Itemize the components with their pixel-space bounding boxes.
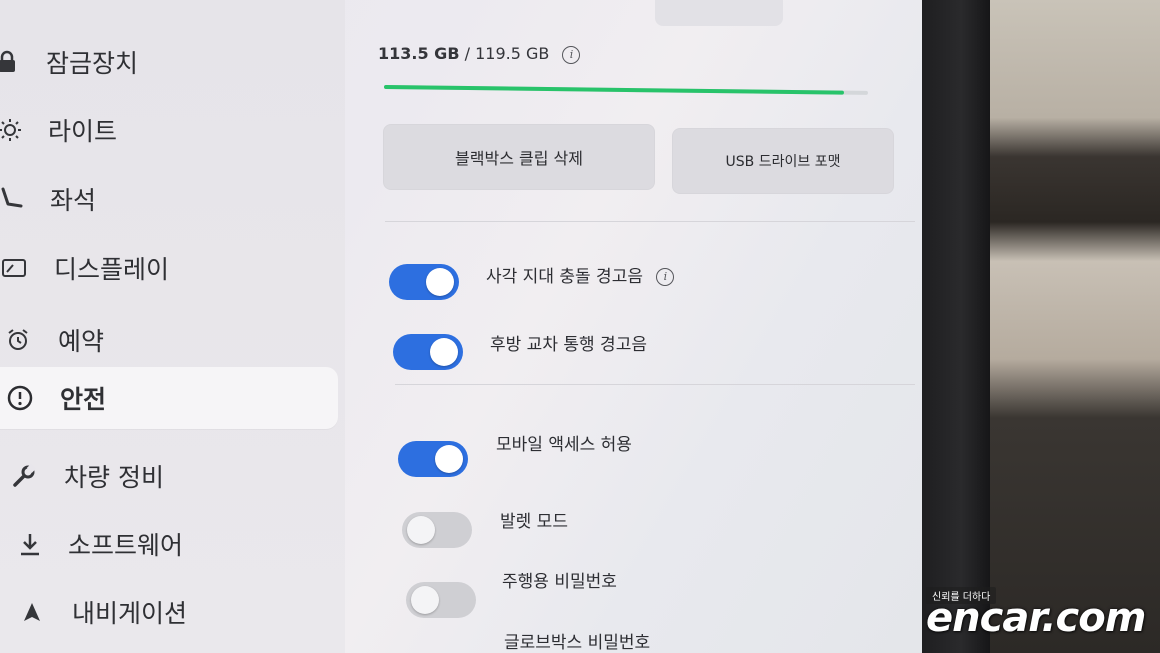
watermark-brand: encar.com xyxy=(926,595,1146,641)
screen-bezel xyxy=(918,0,990,653)
storage-progress-bar xyxy=(383,85,868,95)
valet-mode-toggle[interactable] xyxy=(402,512,472,548)
sidebar-item-label: 안전 xyxy=(60,385,107,414)
blind-spot-warning-label: 사각 지대 충돌 경고음 xyxy=(486,267,643,287)
divider xyxy=(385,221,915,222)
glovebox-pin-label: 글로브박스 비밀번호 xyxy=(504,633,651,653)
toggle-knob xyxy=(435,445,463,473)
alarm-clock-icon xyxy=(4,326,32,354)
blind-spot-warning-toggle[interactable] xyxy=(389,264,459,300)
toggle-knob xyxy=(411,586,439,614)
rear-cross-traffic-label: 후방 교차 통행 경고음 xyxy=(490,335,647,355)
info-icon[interactable]: i xyxy=(562,45,581,64)
pin-to-drive-toggle[interactable] xyxy=(406,582,476,618)
toggle-label: 사각 지대 충돌 경고음 i xyxy=(486,262,675,287)
sidebar-item-display[interactable]: 디스플레이 xyxy=(0,246,338,290)
sidebar-item-label: 디스플레이 xyxy=(54,255,170,284)
sidebar-item-safety[interactable]: 안전 xyxy=(0,367,338,429)
sun-icon xyxy=(0,116,24,144)
toggle-knob xyxy=(430,338,458,366)
seat-icon xyxy=(0,185,26,213)
top-partial-control xyxy=(655,0,783,26)
divider xyxy=(395,384,915,385)
storage-usage: 113.5 GB / 119.5 GB i xyxy=(378,44,581,64)
sidebar-item-schedule[interactable]: 예약 xyxy=(0,318,338,362)
watermark: 신뢰를 더하다 encar.com xyxy=(922,585,1160,653)
sidebar-item-label: 라이트 xyxy=(48,117,118,146)
storage-progress-fill xyxy=(383,85,844,95)
download-icon xyxy=(16,530,44,558)
sidebar-item-locks[interactable]: 잠금장치 xyxy=(0,40,338,84)
toggle-knob xyxy=(426,268,454,296)
alert-circle-icon xyxy=(6,384,34,412)
sidebar-item-navigation[interactable]: 내비게이션 xyxy=(0,590,338,634)
sidebar-item-service[interactable]: 차량 정비 xyxy=(0,454,338,498)
rear-cross-traffic-warning-toggle[interactable] xyxy=(393,334,463,370)
sidebar-item-label: 소프트웨어 xyxy=(68,531,184,560)
sidebar-item-label: 내비게이션 xyxy=(72,599,188,628)
pin-to-drive-label: 주행용 비밀번호 xyxy=(502,572,617,592)
car-interior-background xyxy=(960,0,1160,653)
storage-used: 113.5 GB xyxy=(378,44,460,63)
navigation-arrow-icon xyxy=(18,598,46,626)
mobile-access-label: 모바일 액세스 허용 xyxy=(496,435,632,455)
delete-dashcam-clips-button[interactable]: 블랙박스 클립 삭제 xyxy=(383,124,655,190)
sidebar-item-label: 잠금장치 xyxy=(46,49,139,78)
valet-mode-label: 발렛 모드 xyxy=(500,512,568,532)
lock-icon xyxy=(0,48,22,76)
display-icon xyxy=(0,254,28,282)
info-icon[interactable]: i xyxy=(656,268,675,286)
sidebar-item-seats[interactable]: 좌석 xyxy=(0,177,338,221)
settings-screen: 잠금장치 라이트 좌석 디스플레이 예약 안전 차량 정비 소프트웨어 내비게이… xyxy=(0,0,922,653)
storage-separator: / xyxy=(464,44,470,63)
wrench-icon xyxy=(10,462,38,490)
toggle-knob xyxy=(407,516,435,544)
sidebar-item-label: 좌석 xyxy=(50,186,97,215)
settings-sidebar: 잠금장치 라이트 좌석 디스플레이 예약 안전 차량 정비 소프트웨어 내비게이… xyxy=(0,0,345,653)
sidebar-item-lights[interactable]: 라이트 xyxy=(0,108,338,152)
storage-total: 119.5 GB xyxy=(475,44,550,63)
sidebar-item-label: 예약 xyxy=(58,327,105,356)
sidebar-item-software[interactable]: 소프트웨어 xyxy=(0,522,338,566)
sidebar-item-label: 차량 정비 xyxy=(64,463,164,492)
mobile-access-toggle[interactable] xyxy=(398,441,468,477)
format-usb-drive-button[interactable]: USB 드라이브 포맷 xyxy=(672,128,894,194)
